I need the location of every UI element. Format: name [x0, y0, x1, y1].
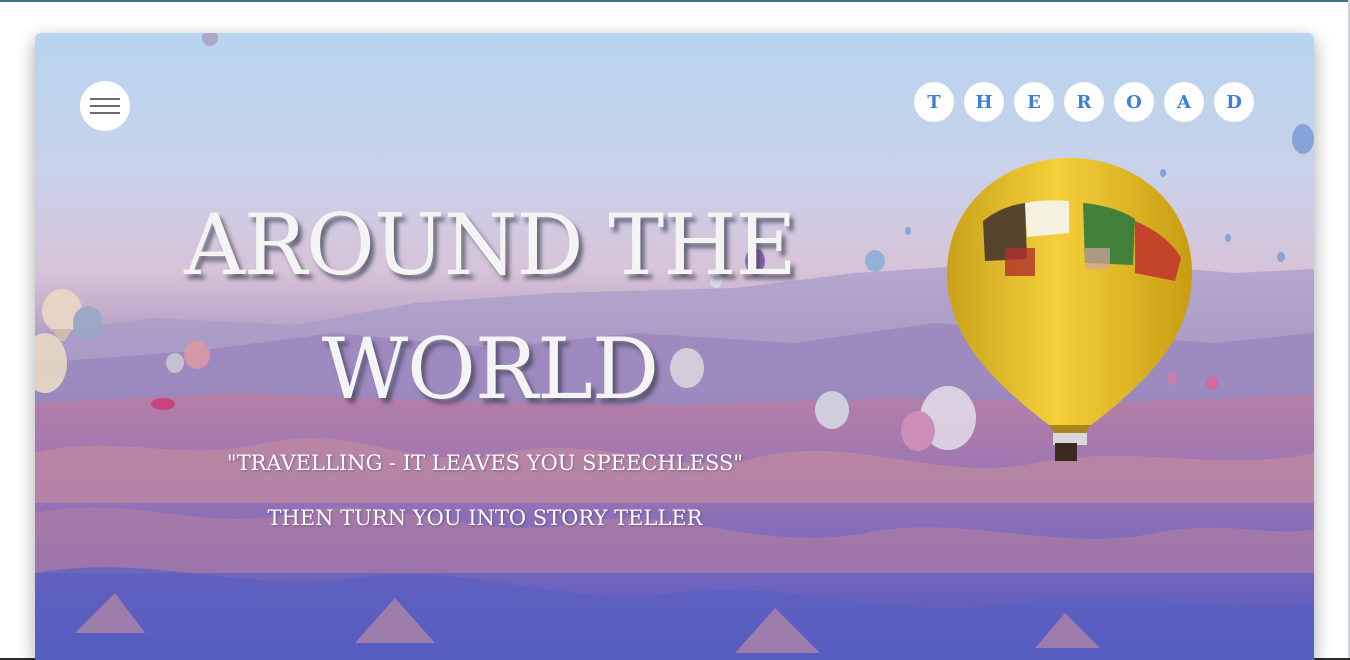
brand-logo: T H E R O A D: [914, 82, 1254, 122]
hero-quote: "TRAVELLING - IT LEAVES YOU SPEECHLESS": [226, 451, 744, 475]
headline-line-2: WORLD: [321, 320, 660, 418]
browser-top-border: [0, 0, 1350, 2]
menu-button[interactable]: [80, 81, 130, 131]
brand-letter-a[interactable]: A: [1164, 82, 1204, 122]
brand-letter-d[interactable]: D: [1214, 82, 1254, 122]
brand-letter-t[interactable]: T: [914, 82, 954, 122]
hero-banner: T H E R O A D AROUND THE WORLD "TRAVELLI…: [35, 33, 1314, 660]
brand-letter-r[interactable]: R: [1064, 82, 1104, 122]
brand-letter-h[interactable]: H: [964, 82, 1004, 122]
headline-line-1: AROUND THE: [184, 196, 797, 294]
brand-letter-o[interactable]: O: [1114, 82, 1154, 122]
hamburger-menu-icon: [90, 98, 120, 114]
hero-tagline: THEN TURN YOU INTO STORY TELLER: [267, 506, 703, 530]
brand-letter-e[interactable]: E: [1014, 82, 1054, 122]
hero-headline: AROUND THE WORLD: [170, 183, 810, 431]
